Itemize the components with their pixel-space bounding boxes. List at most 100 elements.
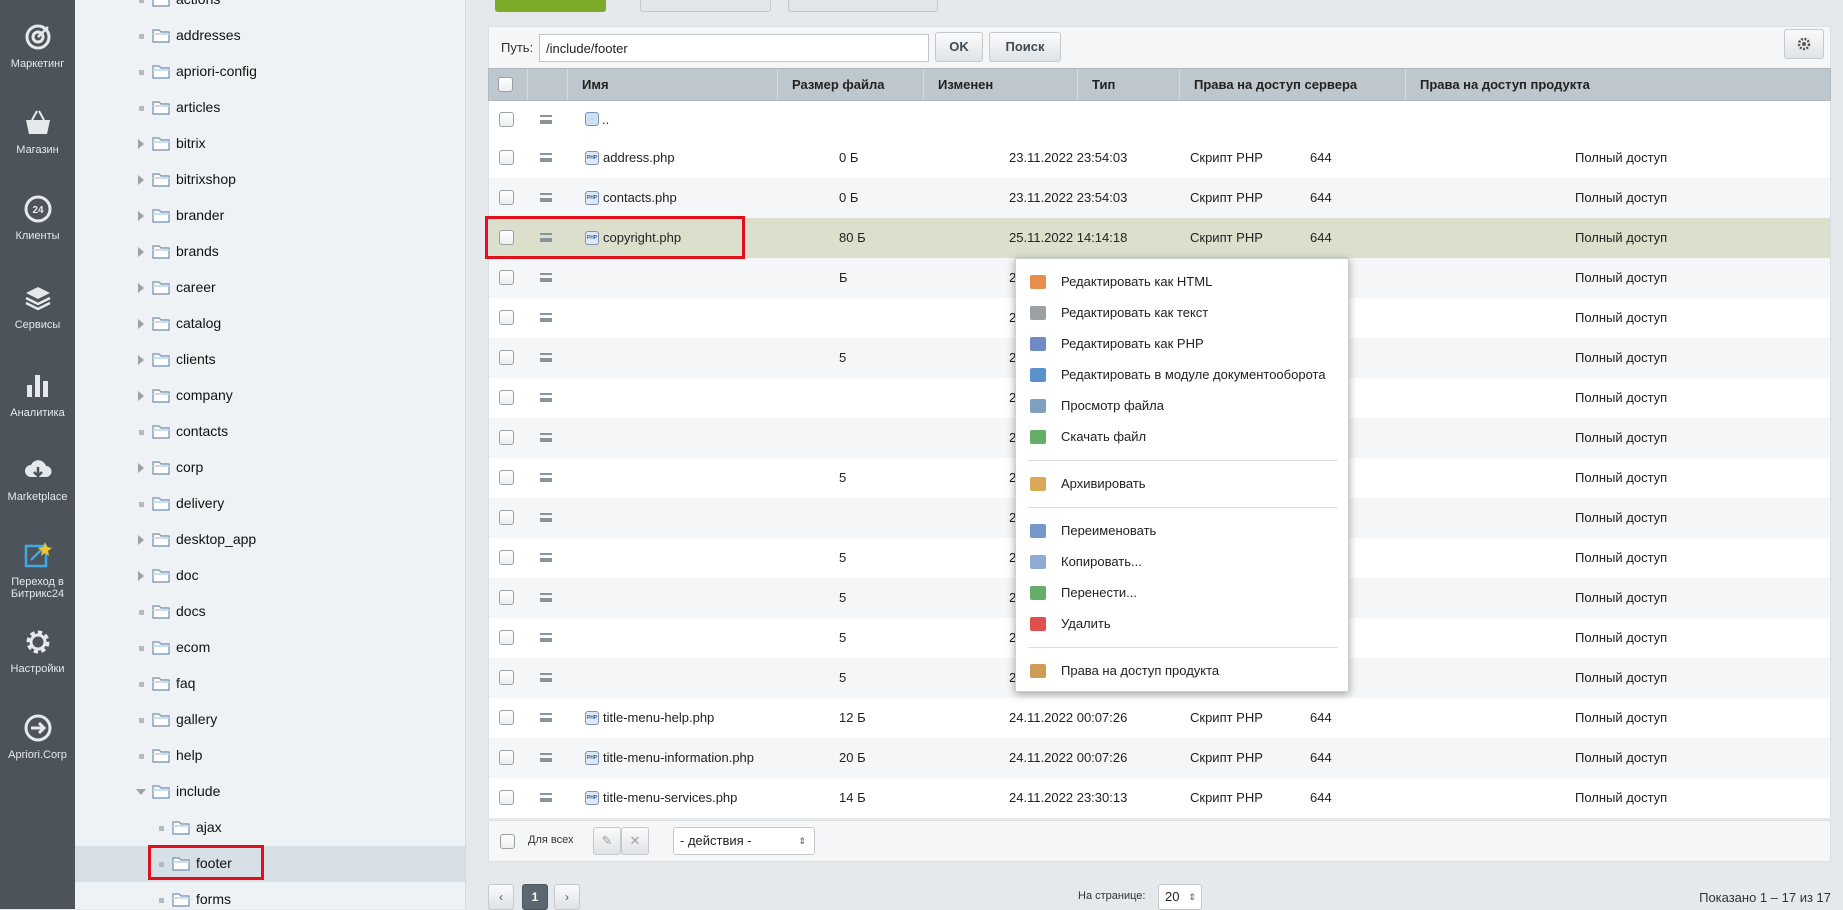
row-checkbox[interactable]	[499, 790, 514, 805]
row-checkbox[interactable]	[499, 470, 514, 485]
tree-item[interactable]: bitrix	[75, 126, 465, 162]
row-menu-icon[interactable]	[540, 713, 552, 722]
ok-button[interactable]: OK	[935, 32, 983, 62]
next-page-button[interactable]: ›	[554, 884, 580, 910]
tree-collapse-toggle[interactable]	[135, 786, 147, 798]
row-checkbox[interactable]	[499, 510, 514, 525]
row-checkbox[interactable]	[499, 390, 514, 405]
tree-expand-toggle[interactable]	[135, 138, 147, 150]
row-checkbox[interactable]	[499, 150, 514, 165]
tree-expand-toggle[interactable]	[135, 282, 147, 294]
leftbar-item-6[interactable]: Переход в Битрикс24	[0, 540, 75, 600]
column-header-size[interactable]: Размер файла	[777, 69, 923, 100]
leftbar-item-4[interactable]: Аналитика	[0, 371, 75, 419]
row-menu-icon[interactable]	[540, 513, 552, 522]
row-checkbox[interactable]	[499, 630, 514, 645]
tree-item[interactable]: contacts	[75, 414, 465, 450]
tree-item[interactable]: doc	[75, 558, 465, 594]
leftbar-item-3[interactable]: Сервисы	[0, 283, 75, 331]
tree-expand-toggle[interactable]	[135, 246, 147, 258]
file-name[interactable]: contacts.php	[603, 178, 677, 218]
tree-item[interactable]: delivery	[75, 486, 465, 522]
tree-expand-toggle[interactable]	[135, 354, 147, 366]
row-menu-icon[interactable]	[540, 273, 552, 282]
file-name[interactable]: title-menu-information.php	[603, 738, 754, 778]
context-menu-item[interactable]: Редактировать как HTML	[1016, 267, 1350, 297]
row-checkbox[interactable]	[499, 670, 514, 685]
add-button-green[interactable]	[495, 0, 606, 12]
tree-item[interactable]: faq	[75, 666, 465, 702]
tree-item[interactable]: footer	[75, 846, 465, 882]
settings-button[interactable]	[1784, 29, 1824, 59]
file-name[interactable]: title-menu-help.php	[603, 698, 714, 738]
leftbar-item-2[interactable]: 24 Клиенты	[0, 194, 75, 242]
column-header-product-rights[interactable]: Права на доступ продукта	[1405, 69, 1830, 100]
actions-select[interactable]: - действия - ⇕	[673, 827, 815, 855]
tree-item[interactable]: company	[75, 378, 465, 414]
row-menu-icon[interactable]	[540, 673, 552, 682]
table-row[interactable]: PHP title-menu-services.php 14 Б 24.11.2022…	[488, 778, 1831, 818]
table-row[interactable]: PHP contacts.php 0 Б 23.11.2022 23:54:03 Скр…	[488, 178, 1831, 218]
toolbar-button-2[interactable]	[640, 0, 771, 12]
tree-item[interactable]: clients	[75, 342, 465, 378]
column-header-name[interactable]: Имя	[567, 69, 777, 100]
row-checkbox[interactable]	[499, 270, 514, 285]
for-all-checkbox[interactable]	[500, 834, 515, 849]
context-menu-item[interactable]: Скачать файл	[1016, 422, 1350, 452]
context-menu-item[interactable]: Переименовать	[1016, 516, 1350, 546]
table-row[interactable]: PHP address.php 0 Б 23.11.2022 23:54:03 Скри…	[488, 138, 1831, 178]
tree-expand-toggle[interactable]	[135, 462, 147, 474]
context-menu-item[interactable]: Редактировать как PHP	[1016, 329, 1350, 359]
tree-item[interactable]: articles	[75, 90, 465, 126]
tree-item[interactable]: ajax	[75, 810, 465, 846]
row-menu-icon[interactable]	[540, 193, 552, 202]
table-row[interactable]: PHP title-menu-help.php 12 Б 24.11.2022 00:…	[488, 698, 1831, 738]
tree-expand-toggle[interactable]	[135, 174, 147, 186]
tree-item[interactable]: corp	[75, 450, 465, 486]
row-checkbox[interactable]	[499, 430, 514, 445]
row-menu-icon[interactable]	[540, 353, 552, 362]
table-row[interactable]: PHP title-menu-information.php 20 Б 24.11.2…	[488, 738, 1831, 778]
row-checkbox[interactable]	[499, 190, 514, 205]
row-menu-icon[interactable]	[540, 153, 552, 162]
tree-item[interactable]: include	[75, 774, 465, 810]
leftbar-item-0[interactable]: Маркетинг	[0, 22, 75, 70]
select-all-checkbox[interactable]	[498, 77, 513, 92]
prev-page-button[interactable]: ‹	[488, 884, 514, 910]
row-menu-icon[interactable]	[540, 633, 552, 642]
current-page[interactable]: 1	[522, 884, 548, 910]
up-link[interactable]: ..	[602, 101, 609, 138]
tree-item[interactable]: bitrixshop	[75, 162, 465, 198]
leftbar-item-1[interactable]: Магазин	[0, 108, 75, 156]
file-name[interactable]: title-menu-services.php	[603, 778, 737, 818]
tree-item[interactable]: help	[75, 738, 465, 774]
row-checkbox[interactable]	[499, 350, 514, 365]
context-menu-item[interactable]: Архивировать	[1016, 469, 1350, 499]
path-input[interactable]: /include/footer	[539, 34, 929, 62]
leftbar-item-8[interactable]: Apriori.Corp	[0, 713, 75, 761]
tree-expand-toggle[interactable]	[135, 210, 147, 222]
context-menu-item[interactable]: Удалить	[1016, 609, 1350, 639]
row-menu-icon[interactable]	[540, 473, 552, 482]
column-header-modified[interactable]: Изменен	[923, 69, 1077, 100]
context-menu-item[interactable]: Перенести...	[1016, 578, 1350, 608]
tree-item[interactable]: career	[75, 270, 465, 306]
tree-item[interactable]: gallery	[75, 702, 465, 738]
row-checkbox[interactable]	[499, 590, 514, 605]
row-checkbox[interactable]	[499, 710, 514, 725]
row-checkbox[interactable]	[499, 112, 514, 127]
tree-expand-toggle[interactable]	[135, 318, 147, 330]
search-button[interactable]: Поиск	[989, 32, 1061, 62]
row-menu-icon[interactable]	[540, 115, 552, 124]
tree-item[interactable]: ecom	[75, 630, 465, 666]
row-menu-icon[interactable]	[540, 793, 552, 802]
tree-item[interactable]: actions	[75, 0, 465, 18]
edit-selected-button[interactable]: ✎	[593, 827, 621, 855]
delete-selected-button[interactable]: ✕	[621, 827, 649, 855]
tree-expand-toggle[interactable]	[135, 390, 147, 402]
per-page-select[interactable]: 20 ⇕	[1158, 884, 1202, 910]
column-header-type[interactable]: Тип	[1077, 69, 1179, 100]
tree-item[interactable]: brands	[75, 234, 465, 270]
row-menu-icon[interactable]	[540, 753, 552, 762]
tree-item[interactable]: addresses	[75, 18, 465, 54]
